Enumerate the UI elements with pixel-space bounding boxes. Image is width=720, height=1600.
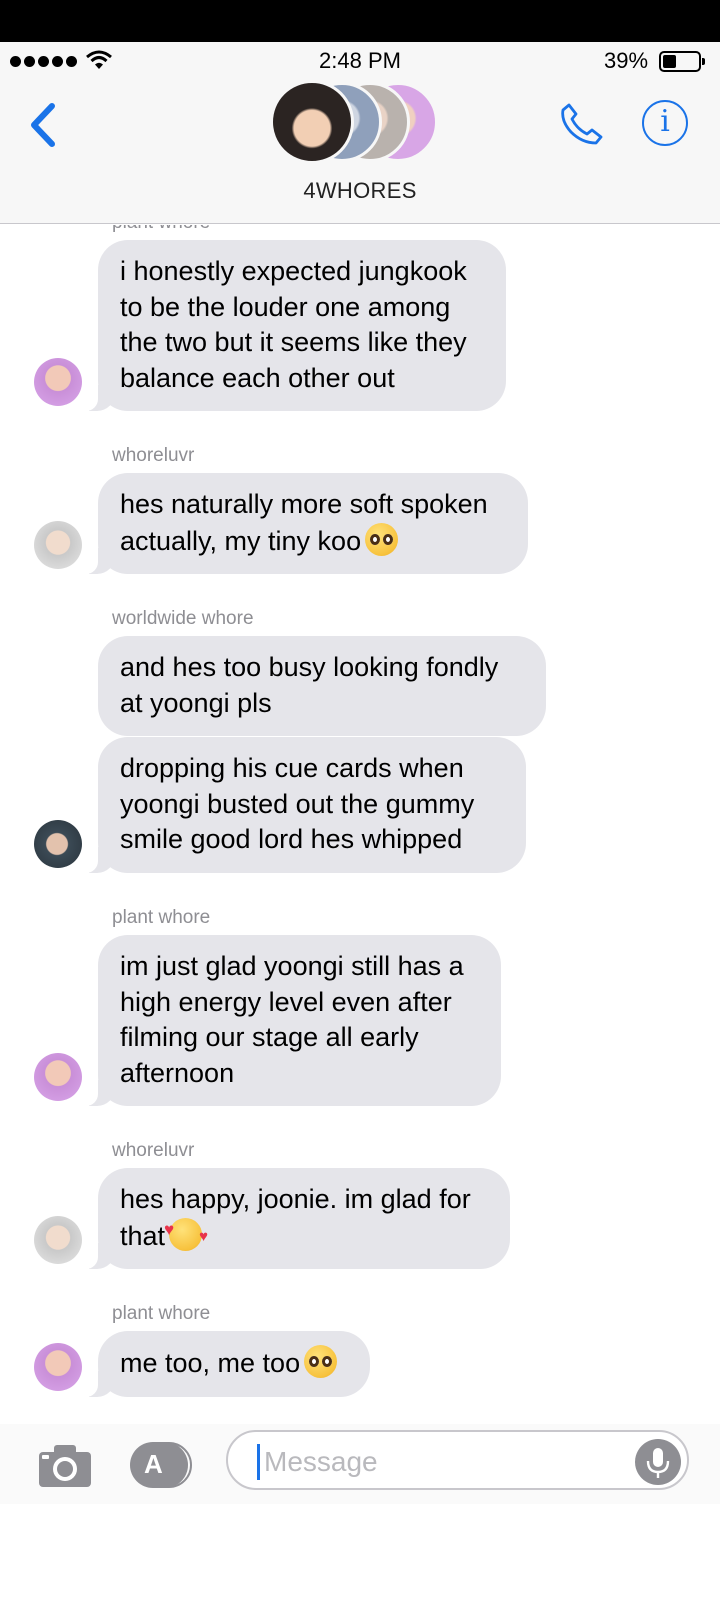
message-placeholder: Message [264,1446,378,1477]
sender-name: whoreluvr [112,1140,195,1161]
camera-icon[interactable] [38,1444,92,1488]
message-bubble[interactable]: hes happy, joonie. im glad for that [78,1168,510,1269]
message-input-bar: A Message [0,1424,720,1504]
top-black-bar [0,0,720,42]
conversation-header: 4WHORES i [0,78,720,224]
group-name[interactable]: 4WHORES [0,178,720,204]
group-avatar-1 [270,80,354,164]
sender-avatar-plant-whore[interactable] [34,358,82,406]
back-chevron-icon[interactable] [24,100,64,150]
sender-name: plant whore [112,907,211,928]
sender-avatar-plant-whore[interactable] [34,1053,82,1101]
message-input[interactable]: Message [226,1430,689,1490]
message-bubble[interactable]: me too, me too [78,1331,370,1397]
message-bubble[interactable]: dropping his cue cards when yoongi buste… [78,737,526,873]
message-list[interactable]: plant whore i honestly expected jungkook… [0,225,720,1423]
message-bubble[interactable]: i honestly expected jungkook to be the l… [78,240,506,411]
app-store-icon: A [144,1449,163,1479]
message-bubble[interactable]: hes naturally more soft spoken actually,… [78,473,528,574]
message-bubble[interactable]: im just glad yoongi still has a high ene… [78,935,501,1106]
phone-call-icon[interactable] [560,102,604,146]
text-cursor [257,1444,260,1480]
pleading-face-emoji-icon [365,522,399,556]
pleading-face-emoji-icon [304,1345,338,1378]
message-bubble[interactable]: and hes too busy looking fondly at yoong… [98,636,546,736]
battery-percent: 39% [604,48,649,73]
group-avatars[interactable] [268,78,458,166]
sender-avatar-whoreluvr[interactable] [34,521,82,569]
microphone-icon [646,1448,670,1478]
message-text: hes naturally more soft spoken actually,… [120,489,488,556]
sender-name: worldwide whore [112,608,254,629]
status-bar: 2:48 PM 39% [0,42,720,78]
microphone-button[interactable] [635,1439,681,1485]
sender-name: plant whore [112,225,210,234]
sender-name: plant whore [112,1303,211,1324]
message-text: me too, me too [120,1348,301,1378]
app-store-button[interactable]: A [130,1442,194,1488]
sender-avatar-whoreluvr[interactable] [34,1216,82,1264]
info-icon[interactable]: i [642,100,688,146]
sender-name: whoreluvr [112,445,195,466]
smiling-face-with-hearts-emoji-icon [164,1212,208,1255]
battery-icon [659,51,705,72]
sender-avatar-worldwide-whore[interactable] [34,820,82,868]
sender-avatar-plant-whore[interactable] [34,1343,82,1391]
